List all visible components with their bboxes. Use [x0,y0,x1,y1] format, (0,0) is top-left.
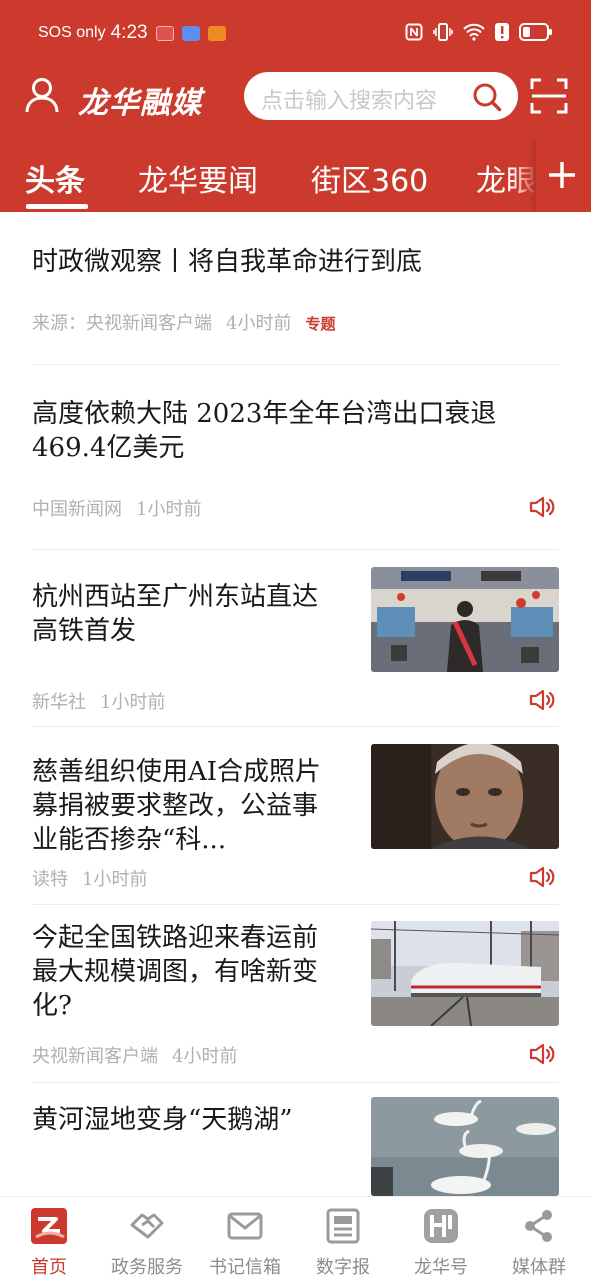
nav-label: 龙华号 [414,1257,468,1278]
news-time: 4小时前 [172,1046,238,1067]
nav-secretary-mailbox[interactable]: 书记信箱 [196,1197,294,1280]
top-bar: 龙华融媒 点击输入搜索内容 [0,66,591,130]
carrier-text: SOS only [38,24,106,41]
news-meta: 来源：央视新闻客户端 4小时前 专题 [32,309,335,335]
active-tab-indicator [26,204,88,209]
news-title[interactable]: 黄河湿地变身“天鹅湖” [32,1103,342,1137]
news-source: 来源：央视新闻客户端 [32,313,212,334]
list-item[interactable]: 高度依赖大陆 2023年全年台湾出口衰退469.4亿美元 中国新闻网 1小时前 [32,365,559,550]
news-time: 1小时前 [100,692,166,713]
nav-label: 数字报 [316,1257,370,1278]
mail-icon[interactable] [226,1207,264,1245]
news-time: 1小时前 [136,499,202,520]
tab-headlines[interactable]: 头条 [25,156,85,200]
nav-label: 媒体群 [512,1257,566,1278]
news-source: 新华社 [32,692,86,713]
nav-digital-newspaper[interactable]: 数字报 [294,1197,392,1280]
app-header: SOS only 4:23 龙华融媒 点击输入搜索内容 头条 龙华要闻 街区36… [0,0,591,212]
channel-tabs: 头条 龙华要闻 街区360 龙眼 [0,140,591,212]
audio-speaker-icon[interactable] [529,1042,555,1066]
home-logo-icon[interactable] [30,1207,68,1245]
list-item[interactable]: 时政微观察丨将自我革命进行到底 来源：央视新闻客户端 4小时前 专题 [32,212,559,365]
list-item[interactable]: 慈善组织使用AI合成照片募捐被要求整改，公益事业能否掺杂“科... 读特 1小时前 [32,727,559,905]
train-interior-photo[interactable] [371,567,559,672]
nav-media-group[interactable]: 媒体群 [490,1197,588,1280]
plus-icon[interactable] [547,160,577,190]
list-item[interactable]: 今起全国铁路迎来春运前最大规模调图，有啥新变化? 央视新闻客户端 4小时前 [32,905,559,1083]
handshake-icon[interactable] [128,1207,166,1245]
topic-tag: 专题 [305,315,336,333]
user-icon[interactable] [24,76,60,114]
tab-fade [512,140,538,212]
news-title[interactable]: 高度依赖大陆 2023年全年台湾出口衰退469.4亿美元 [32,397,559,465]
clock: 4:23 [110,22,148,43]
news-meta: 读特 1小时前 [32,865,147,891]
nav-government-services[interactable]: 政务服务 [98,1197,196,1280]
share-network-icon[interactable] [520,1207,558,1245]
download-icon [207,25,226,41]
status-left: SOS only 4:23 [38,22,226,44]
news-source: 中国新闻网 [32,499,122,520]
news-time: 4小时前 [226,313,292,334]
swans-lake-photo[interactable] [371,1097,559,1196]
tab-longhua-news[interactable]: 龙华要闻 [138,156,258,200]
news-meta: 新华社 1小时前 [32,688,165,714]
search-icon[interactable] [472,82,502,112]
app-logo: 龙华融媒 [78,86,202,121]
news-time: 1小时前 [82,869,148,890]
longhua-logo-icon[interactable] [422,1207,460,1245]
wifi-icon [463,23,485,41]
news-feed: 时政微观察丨将自我革命进行到底 来源：央视新闻客户端 4小时前 专题 高度依赖大陆 … [0,212,591,1196]
news-title[interactable]: 杭州西站至广州东站直达高铁首发 [32,580,342,648]
nav-label: 首页 [31,1257,67,1278]
tab-block-360[interactable]: 街区360 [311,156,428,200]
audio-speaker-icon[interactable] [529,688,555,712]
status-right [405,22,553,42]
news-meta: 央视新闻客户端 4小时前 [32,1042,237,1068]
news-title[interactable]: 慈善组织使用AI合成照片募捐被要求整改，公益事业能否掺杂“科... [32,755,342,857]
bottom-nav: 首页 政务服务 书记信箱 数字报 龙华号 媒体群 [0,1196,591,1280]
audio-speaker-icon[interactable] [529,865,555,889]
elderly-woman-portrait[interactable] [371,744,559,849]
search-input-placeholder[interactable]: 点击输入搜索内容 [261,83,437,115]
scan-icon[interactable] [529,76,569,116]
nfc-icon [405,23,423,41]
audio-speaker-icon[interactable] [529,495,555,519]
status-bar: SOS only 4:23 [0,0,591,66]
search-box[interactable]: 点击输入搜索内容 [244,72,518,120]
list-item[interactable]: 杭州西站至广州东站直达高铁首发 新华社 1小时前 [32,550,559,727]
news-source: 央视新闻客户端 [32,1046,158,1067]
battery-icon [519,23,552,41]
app-notification-icon [155,25,174,41]
high-speed-train-photo[interactable] [371,921,559,1026]
news-source: 读特 [32,869,68,890]
news-meta: 中国新闻网 1小时前 [32,495,201,521]
nav-label: 书记信箱 [209,1257,281,1278]
nav-home[interactable]: 首页 [0,1197,98,1280]
app-notification-icon [181,25,200,41]
vibrate-icon [433,23,453,41]
nav-label: 政务服务 [111,1257,183,1278]
nav-longhua-account[interactable]: 龙华号 [392,1197,490,1280]
news-title[interactable]: 时政微观察丨将自我革命进行到底 [32,245,559,279]
newspaper-icon[interactable] [324,1207,362,1245]
add-channel-button[interactable] [536,140,591,212]
list-item[interactable]: 黄河湿地变身“天鹅湖” [32,1083,559,1196]
news-title[interactable]: 今起全国铁路迎来春运前最大规模调图，有啥新变化? [32,921,342,1023]
alert-icon [495,23,509,41]
